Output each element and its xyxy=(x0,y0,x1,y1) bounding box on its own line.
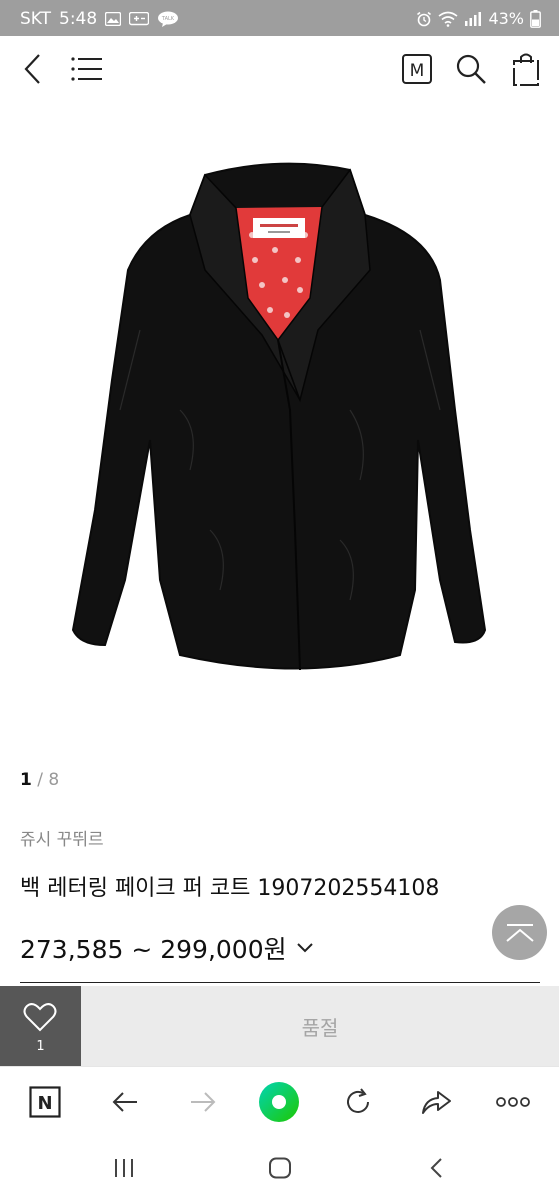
wishlist-button[interactable]: 1 xyxy=(0,986,81,1066)
carrier: SKT xyxy=(20,9,52,29)
signal-icon xyxy=(464,11,482,26)
system-nav-bar xyxy=(0,1136,559,1200)
wishlist-count: 1 xyxy=(36,1039,45,1054)
wifi-icon xyxy=(438,11,458,27)
scroll-to-top-button[interactable] xyxy=(492,905,547,960)
refresh-button[interactable] xyxy=(337,1081,379,1123)
arrow-left-icon xyxy=(112,1092,137,1112)
home-button[interactable] xyxy=(260,1150,300,1186)
image-page-counter: 1 / 8 xyxy=(20,770,59,790)
my-page-m-icon: M xyxy=(402,54,432,84)
battery-percent: 43% xyxy=(488,9,524,28)
purchase-bar: 1 품절 xyxy=(0,986,559,1066)
svg-text:M: M xyxy=(410,61,425,81)
refresh-icon xyxy=(347,1088,369,1113)
message-plus-icon xyxy=(129,11,150,27)
home-icon xyxy=(269,1157,291,1179)
chevron-left-icon xyxy=(24,54,40,84)
brand-name[interactable]: 쥬시 꾸뛰르 xyxy=(20,825,104,850)
battery-icon xyxy=(530,9,541,28)
back-chevron-icon xyxy=(430,1158,442,1178)
recent-apps-icon xyxy=(115,1159,133,1177)
current-page: 1 xyxy=(20,770,32,790)
more-options-button[interactable] xyxy=(492,1081,534,1123)
cart-button[interactable] xyxy=(505,48,547,90)
back-button[interactable] xyxy=(12,48,54,90)
more-dots-icon xyxy=(496,1097,530,1107)
sold-out-button[interactable]: 품절 xyxy=(81,986,559,1066)
green-dot-button[interactable] xyxy=(258,1081,300,1123)
shopping-bag-icon xyxy=(513,53,539,86)
svg-text:N: N xyxy=(37,1093,52,1114)
browser-back-button[interactable] xyxy=(104,1081,146,1123)
list-menu-icon xyxy=(71,57,102,81)
gallery-icon xyxy=(105,12,122,26)
naver-home-button[interactable]: N xyxy=(24,1081,66,1123)
browser-forward-button[interactable] xyxy=(182,1081,224,1123)
clock: 5:48 xyxy=(59,9,98,29)
search-icon xyxy=(456,54,486,84)
svg-text:TALK: TALK xyxy=(161,16,175,22)
chevron-down-icon xyxy=(296,943,313,953)
menu-button[interactable] xyxy=(66,48,108,90)
arrow-right-icon xyxy=(191,1092,216,1112)
browser-toolbar: N xyxy=(0,1066,559,1137)
price-divider xyxy=(20,982,540,983)
status-bar: SKT 5:48 TALK 43% xyxy=(0,0,559,36)
alarm-icon xyxy=(416,11,432,27)
kakaotalk-icon: TALK xyxy=(157,11,179,27)
naver-logo-icon: N xyxy=(29,1086,61,1118)
share-button[interactable] xyxy=(415,1081,457,1123)
total-pages: 8 xyxy=(48,770,60,790)
recent-apps-button[interactable] xyxy=(104,1150,144,1186)
my-page-button[interactable]: M xyxy=(396,48,438,90)
green-dot-icon xyxy=(259,1082,299,1122)
product-title: 백 레터링 페이크 퍼 코트 1907202554108 xyxy=(20,876,440,901)
system-back-button[interactable] xyxy=(416,1150,456,1186)
fur-coat-image xyxy=(71,162,487,671)
page-separator: / xyxy=(31,770,49,790)
price-range: 273,585 ~ 299,000원 xyxy=(20,935,287,964)
search-button[interactable] xyxy=(450,48,492,90)
price-range-toggle[interactable]: 273,585 ~ 299,000원 xyxy=(20,930,313,966)
scroll-up-icon xyxy=(505,923,534,942)
product-image[interactable] xyxy=(0,110,559,750)
app-header: M xyxy=(0,36,559,102)
heart-icon xyxy=(23,1003,57,1032)
share-arrow-icon xyxy=(422,1091,451,1114)
